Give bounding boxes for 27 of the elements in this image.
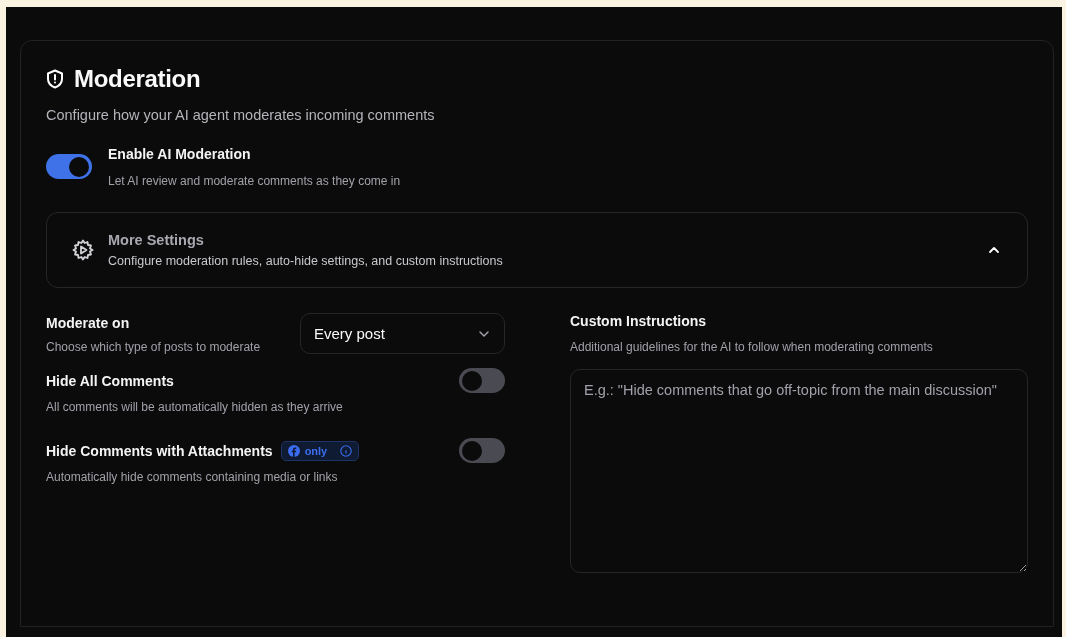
instructions-field[interactable]: E.g.: "Hide comments that go off-topic from the main discussion" (570, 369, 1028, 573)
chevron-down-icon (478, 329, 490, 338)
option-description: Automatically hide comments containing media or links (46, 470, 339, 484)
enable-toggle[interactable] (46, 154, 92, 179)
option-label: Hide Comments with Attachments (46, 442, 273, 459)
enable-label: Enable AI Moderation (108, 146, 252, 162)
option-toggle[interactable] (459, 368, 505, 393)
caret-up-icon[interactable] (988, 246, 1000, 254)
moderate-on-label: Moderate on (46, 315, 131, 331)
post-type-dropdown[interactable]: Every post (300, 313, 505, 354)
more-settings-description: Configure moderation rules, auto-hide settings, and custom instructions (108, 254, 504, 268)
shield-icon (46, 69, 64, 89)
gear-icon (71, 238, 95, 262)
option-toggle[interactable] (459, 438, 505, 463)
facebook-only-badge: only (280, 440, 360, 461)
more-settings-panel[interactable]: More Settings Configure moderation rules, auto-hide settings, and custom instructions (46, 212, 1028, 288)
moderate-on-description: Choose which type of posts to moderate (46, 340, 261, 354)
info-icon[interactable] (340, 444, 353, 457)
section-subtitle: Configure how your AI agent moderates incoming comments (46, 107, 436, 123)
section-title: Moderation (74, 65, 201, 93)
more-settings-title: More Settings (108, 232, 205, 248)
option-description: All comments will be automatically hidden as they arrive (46, 400, 344, 414)
enable-description: Let AI review and moderate comments as they come in (108, 174, 401, 188)
custom-instructions-description: Additional guidelines for the AI to follow when moderating comments (570, 340, 934, 354)
option-label: Hide All Comments (46, 372, 174, 389)
facebook-icon (287, 444, 300, 457)
custom-instructions-label: Custom Instructions (570, 313, 708, 329)
